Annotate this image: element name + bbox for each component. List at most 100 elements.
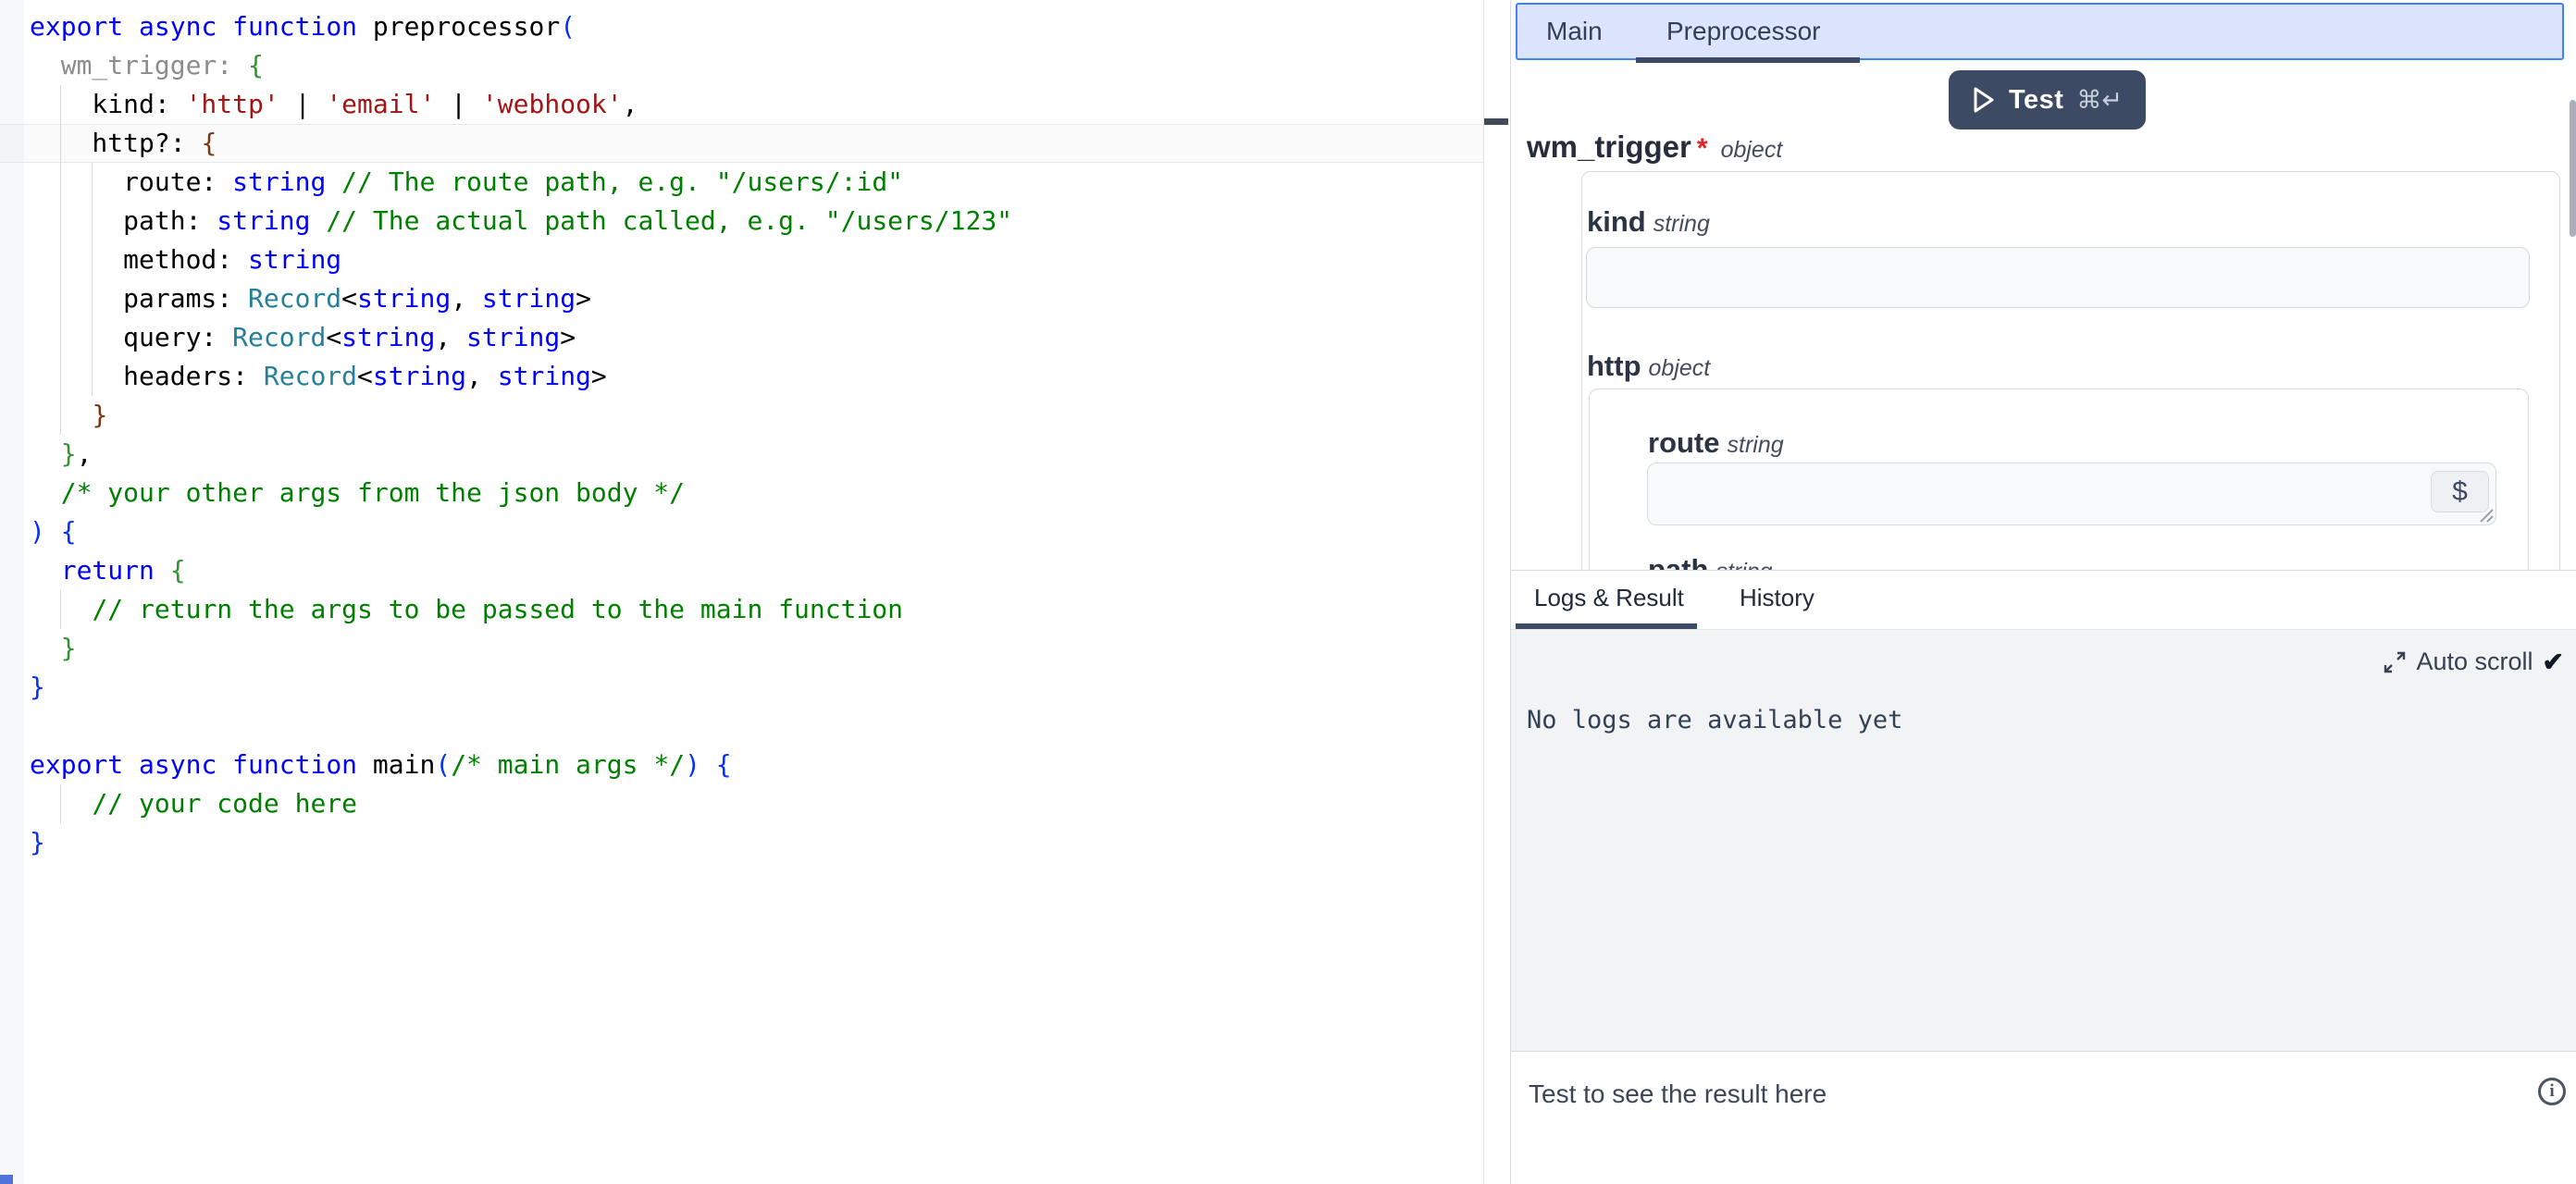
resize-grip-icon[interactable] — [2477, 506, 2494, 523]
code-token — [45, 516, 61, 547]
tab-preprocessor[interactable]: Preprocessor — [1666, 5, 1821, 58]
code-token: path: — [30, 205, 217, 236]
code-line[interactable]: wm_trigger: { — [30, 46, 264, 85]
code-token: function — [232, 11, 357, 42]
tab-logs-result[interactable]: Logs & Result — [1534, 571, 1684, 624]
code-line[interactable]: route: string // The route path, e.g. "/… — [30, 163, 903, 202]
field-type: string — [1715, 559, 1772, 570]
test-panel: Main Preprocessor Test ⌘↵ wm_trigger* ob… — [1510, 0, 2576, 1184]
code-token — [326, 166, 341, 197]
checkmark-icon: ✔ — [2543, 647, 2564, 677]
code-token: string — [482, 283, 576, 314]
code-token: export — [30, 11, 123, 42]
code-token: string — [498, 361, 591, 391]
code-lines: export async function preprocessor( wm_t… — [0, 0, 1483, 1184]
code-line[interactable]: }, — [30, 435, 92, 474]
field-name: kind — [1587, 205, 1646, 239]
code-token: { — [201, 128, 217, 158]
code-token — [30, 594, 92, 624]
code-token: ( — [560, 11, 576, 42]
code-token: 'webhook' — [482, 89, 623, 119]
result-placeholder-text: Test to see the result here — [1529, 1079, 1827, 1109]
arg-type: object — [1721, 137, 1783, 164]
code-line[interactable]: } — [30, 396, 107, 435]
code-token: route: — [30, 166, 232, 197]
code-token: http?: — [30, 128, 201, 158]
code-token: main — [373, 749, 435, 780]
code-line[interactable]: /* your other args from the json body */ — [30, 474, 685, 512]
code-token: async — [139, 11, 217, 42]
tab-history[interactable]: History — [1740, 571, 1814, 624]
field-label-path: path string — [1648, 553, 1773, 570]
code-line[interactable]: } — [30, 629, 77, 668]
code-line[interactable]: query: Record<string, string> — [30, 318, 576, 357]
code-token: async — [139, 749, 217, 780]
log-output-area: Auto scroll ✔ No logs are available yet — [1511, 629, 2576, 1052]
code-token: string — [248, 244, 341, 275]
code-token: 'email' — [326, 89, 435, 119]
code-token: params: — [30, 283, 248, 314]
code-token: { — [716, 749, 732, 780]
field-name: route — [1648, 426, 1720, 460]
test-button[interactable]: Test ⌘↵ — [1949, 70, 2146, 130]
code-line[interactable]: kind: 'http' | 'email' | 'webhook', — [30, 85, 638, 124]
code-line[interactable]: method: string — [30, 240, 341, 279]
auto-scroll-label: Auto scroll — [2416, 648, 2533, 676]
panel-scrollbar-thumb[interactable] — [2570, 100, 2576, 237]
code-token: Record — [264, 361, 357, 391]
code-line[interactable]: // return the args to be passed to the m… — [30, 590, 903, 629]
code-token: string — [232, 166, 326, 197]
code-token — [357, 11, 373, 42]
code-token: , — [466, 361, 498, 391]
code-line[interactable]: } — [30, 668, 45, 707]
code-token — [30, 633, 61, 663]
code-line[interactable]: params: Record<string, string> — [30, 279, 591, 318]
no-logs-message: No logs are available yet — [1527, 706, 1902, 734]
code-token — [30, 400, 92, 430]
code-token — [155, 555, 170, 586]
code-token: { — [170, 555, 186, 586]
code-line[interactable]: export async function main(/* main args … — [30, 746, 732, 784]
tab-main[interactable]: Main — [1546, 5, 1603, 58]
code-line[interactable]: } — [30, 823, 45, 862]
field-type: string — [1653, 211, 1710, 238]
code-line[interactable]: headers: Record<string, string> — [30, 357, 607, 396]
code-token: , — [623, 89, 638, 119]
code-token: method: — [30, 244, 248, 275]
code-line[interactable]: export async function preprocessor( — [30, 7, 576, 46]
code-token: headers: — [30, 361, 264, 391]
code-token: , — [451, 283, 482, 314]
code-token — [30, 477, 61, 508]
editor-scrollbar[interactable] — [1483, 0, 1509, 1184]
code-token — [30, 555, 61, 586]
code-token: /* your other args from the json body */ — [61, 477, 685, 508]
kind-input[interactable] — [1586, 247, 2530, 308]
active-tab-underline — [1636, 57, 1860, 63]
code-editor[interactable]: export async function preprocessor( wm_t… — [0, 0, 1483, 1184]
code-token: // return the args to be passed to the m… — [92, 594, 903, 624]
result-area: Test to see the result here i — [1511, 1052, 2576, 1184]
code-token: string — [373, 361, 466, 391]
code-line[interactable]: path: string // The actual path called, … — [30, 202, 1012, 240]
code-token — [310, 205, 326, 236]
code-token: , — [77, 438, 93, 469]
code-token: { — [61, 516, 77, 547]
code-token: > — [576, 283, 591, 314]
code-line[interactable]: ) { — [30, 512, 77, 551]
code-token: < — [341, 283, 357, 314]
code-line[interactable]: http?: { — [30, 124, 217, 163]
code-token — [123, 11, 139, 42]
field-label-http: http object — [1587, 350, 1710, 383]
code-line[interactable]: // your code here — [30, 784, 357, 823]
code-token — [30, 438, 61, 469]
route-input[interactable]: $ — [1647, 462, 2496, 525]
windmill-script-editor: export async function preprocessor( wm_t… — [0, 0, 2576, 1184]
code-token: wm_trigger: — [61, 50, 232, 80]
code-token: { — [248, 50, 264, 80]
code-line[interactable]: return { — [30, 551, 186, 590]
auto-scroll-toggle[interactable]: Auto scroll ✔ — [2383, 647, 2564, 677]
info-icon[interactable]: i — [2538, 1078, 2566, 1105]
field-type: object — [1649, 355, 1711, 382]
test-shortcut: ⌘↵ — [2076, 86, 2123, 115]
code-token: > — [591, 361, 607, 391]
